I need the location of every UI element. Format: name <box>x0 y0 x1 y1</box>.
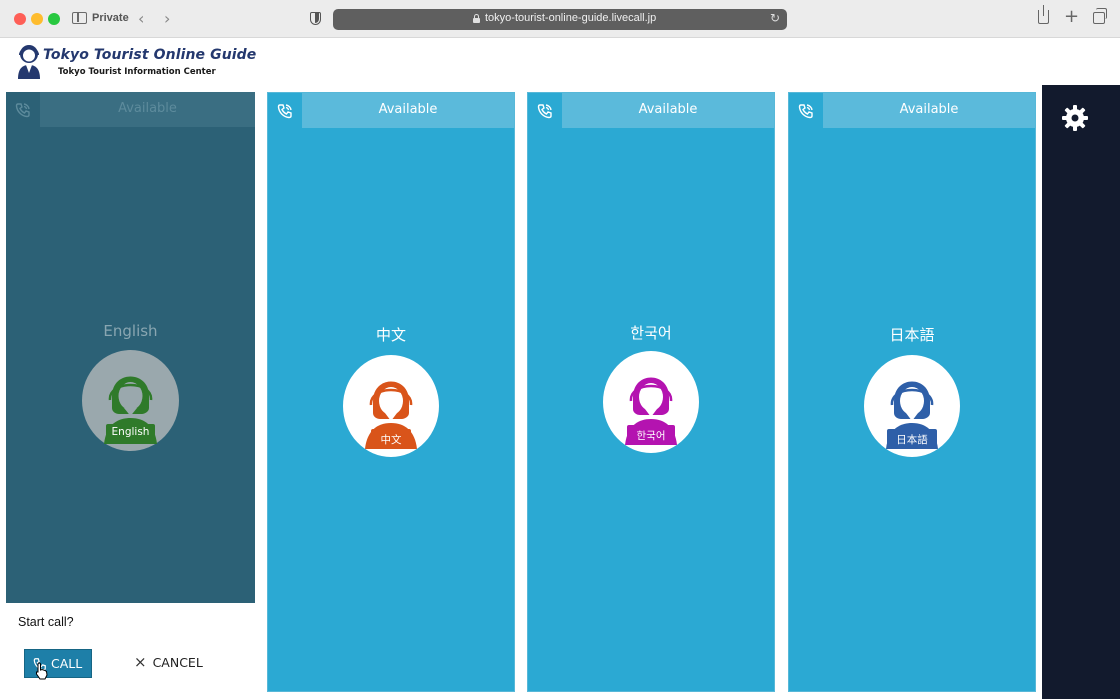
panel-header: Available <box>6 92 255 127</box>
call-button-label: CALL <box>51 656 83 671</box>
settings-sidebar <box>1042 85 1120 699</box>
reload-icon[interactable]: ↻ <box>770 11 780 25</box>
new-tab-icon[interactable]: + <box>1064 6 1079 27</box>
language-name: 日本語 <box>889 326 935 344</box>
cancel-button[interactable]: × CANCEL <box>134 653 203 671</box>
availability-status: Available <box>562 93 774 128</box>
avatar-badge-label: English <box>111 426 150 438</box>
share-icon[interactable] <box>1038 5 1049 24</box>
back-arrow-icon[interactable]: ‹ <box>138 9 144 28</box>
private-label: Private <box>92 12 129 24</box>
operator-avatar: English <box>82 350 179 451</box>
tab-overview-icon[interactable] <box>1093 8 1107 24</box>
gear-icon[interactable] <box>1062 105 1088 131</box>
panel-header: Available <box>528 93 774 128</box>
confirm-prompt: Start call? <box>18 615 74 629</box>
url-text: tokyo-tourist-online-guide.livecall.jp <box>485 12 657 24</box>
sidebar-toggle-icon[interactable] <box>72 12 87 24</box>
operator-avatar: 中文 <box>343 355 439 457</box>
avatar-badge-label: 中文 <box>380 434 402 446</box>
logo-title: Tokyo Tourist Online Guide <box>43 47 257 63</box>
browser-toolbar: Private ‹ › tokyo-tourist-online-guide.l… <box>0 0 1120 38</box>
call-confirmation: Start call? CALL × CANCEL <box>6 603 255 699</box>
phone-icon <box>268 93 302 128</box>
language-panel-chinese[interactable]: Available 中文 中文 <box>267 92 515 692</box>
zoom-window-button[interactable] <box>48 13 60 25</box>
panel-header: Available <box>789 93 1035 128</box>
language-panel-japanese[interactable]: Available 日本語 日本語 <box>788 92 1036 692</box>
lock-icon <box>473 14 480 23</box>
availability-status: Available <box>823 93 1035 128</box>
availability-status: Available <box>40 92 255 127</box>
operator-avatar: 日本語 <box>864 355 960 457</box>
site-logo[interactable]: Tokyo Tourist Online Guide Tokyo Tourist… <box>16 43 256 83</box>
avatar-badge-label: 日本語 <box>896 434 928 446</box>
phone-icon <box>789 93 823 128</box>
language-name: English <box>103 322 158 340</box>
language-panel-english[interactable]: Available English English <box>6 92 255 603</box>
close-window-button[interactable] <box>14 13 26 25</box>
phone-icon <box>528 93 562 128</box>
logo-subtitle: Tokyo Tourist Information Center <box>58 67 216 77</box>
language-panel-korean[interactable]: Available 한국어 한국어 <box>527 92 775 692</box>
language-name: 한국어 <box>630 324 672 342</box>
availability-status: Available <box>302 93 514 128</box>
close-icon: × <box>134 653 147 671</box>
browser-window: Private ‹ › tokyo-tourist-online-guide.l… <box>0 0 1120 699</box>
logo-operator-icon <box>18 45 40 79</box>
panel-header: Available <box>268 93 514 128</box>
avatar-badge-label: 한국어 <box>636 430 666 442</box>
language-name: 中文 <box>375 326 406 344</box>
pointer-cursor-icon <box>36 662 48 680</box>
operator-avatar: 한국어 <box>603 351 699 453</box>
phone-icon <box>6 92 40 127</box>
forward-arrow-icon[interactable]: › <box>164 9 170 28</box>
cancel-button-label: CANCEL <box>152 654 203 670</box>
address-bar[interactable]: tokyo-tourist-online-guide.livecall.jp ↻ <box>333 9 787 30</box>
privacy-shield-icon[interactable] <box>310 12 321 25</box>
minimize-window-button[interactable] <box>31 13 43 25</box>
